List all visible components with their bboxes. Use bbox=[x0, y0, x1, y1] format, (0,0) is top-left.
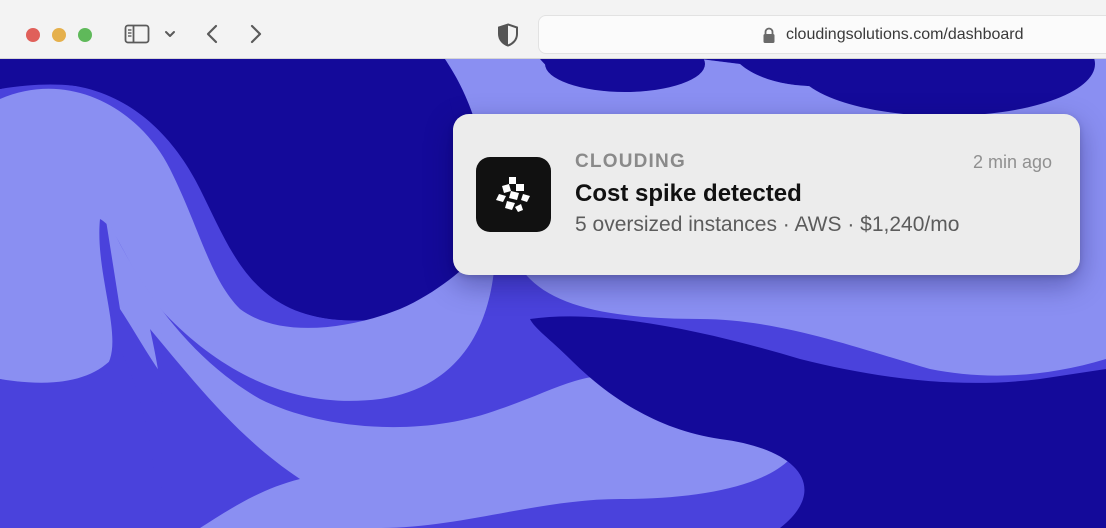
notification-app-name: CLOUDING bbox=[575, 151, 686, 172]
chevron-down-icon[interactable] bbox=[163, 28, 177, 40]
minimize-window-button[interactable] bbox=[52, 28, 66, 42]
chevron-left-icon[interactable] bbox=[203, 23, 221, 45]
chevron-right-icon[interactable] bbox=[247, 23, 265, 45]
lock-icon bbox=[763, 27, 775, 43]
url-text: cloudingsolutions.com/dashboard bbox=[786, 26, 1024, 43]
shield-icon[interactable] bbox=[497, 23, 519, 47]
notification-title: Cost spike detected bbox=[575, 180, 802, 207]
browser-toolbar: cloudingsolutions.com/dashboard bbox=[0, 0, 1106, 59]
clouding-logo-icon bbox=[476, 157, 551, 232]
maximize-window-button[interactable] bbox=[78, 28, 92, 42]
notification-time: 2 min ago bbox=[972, 152, 1052, 172]
address-bar[interactable]: cloudingsolutions.com/dashboard bbox=[538, 15, 1106, 54]
notification-card[interactable]: CLOUDING 2 min ago Cost spike detected 5… bbox=[453, 114, 1080, 275]
sidebar-icon[interactable] bbox=[124, 24, 150, 44]
notification-body: 5 oversized instances · AWS · $1,240/mo bbox=[575, 213, 960, 236]
browser-window: cloudingsolutions.com/dashboard CLOUDING… bbox=[0, 0, 1106, 528]
close-window-button[interactable] bbox=[26, 28, 40, 42]
